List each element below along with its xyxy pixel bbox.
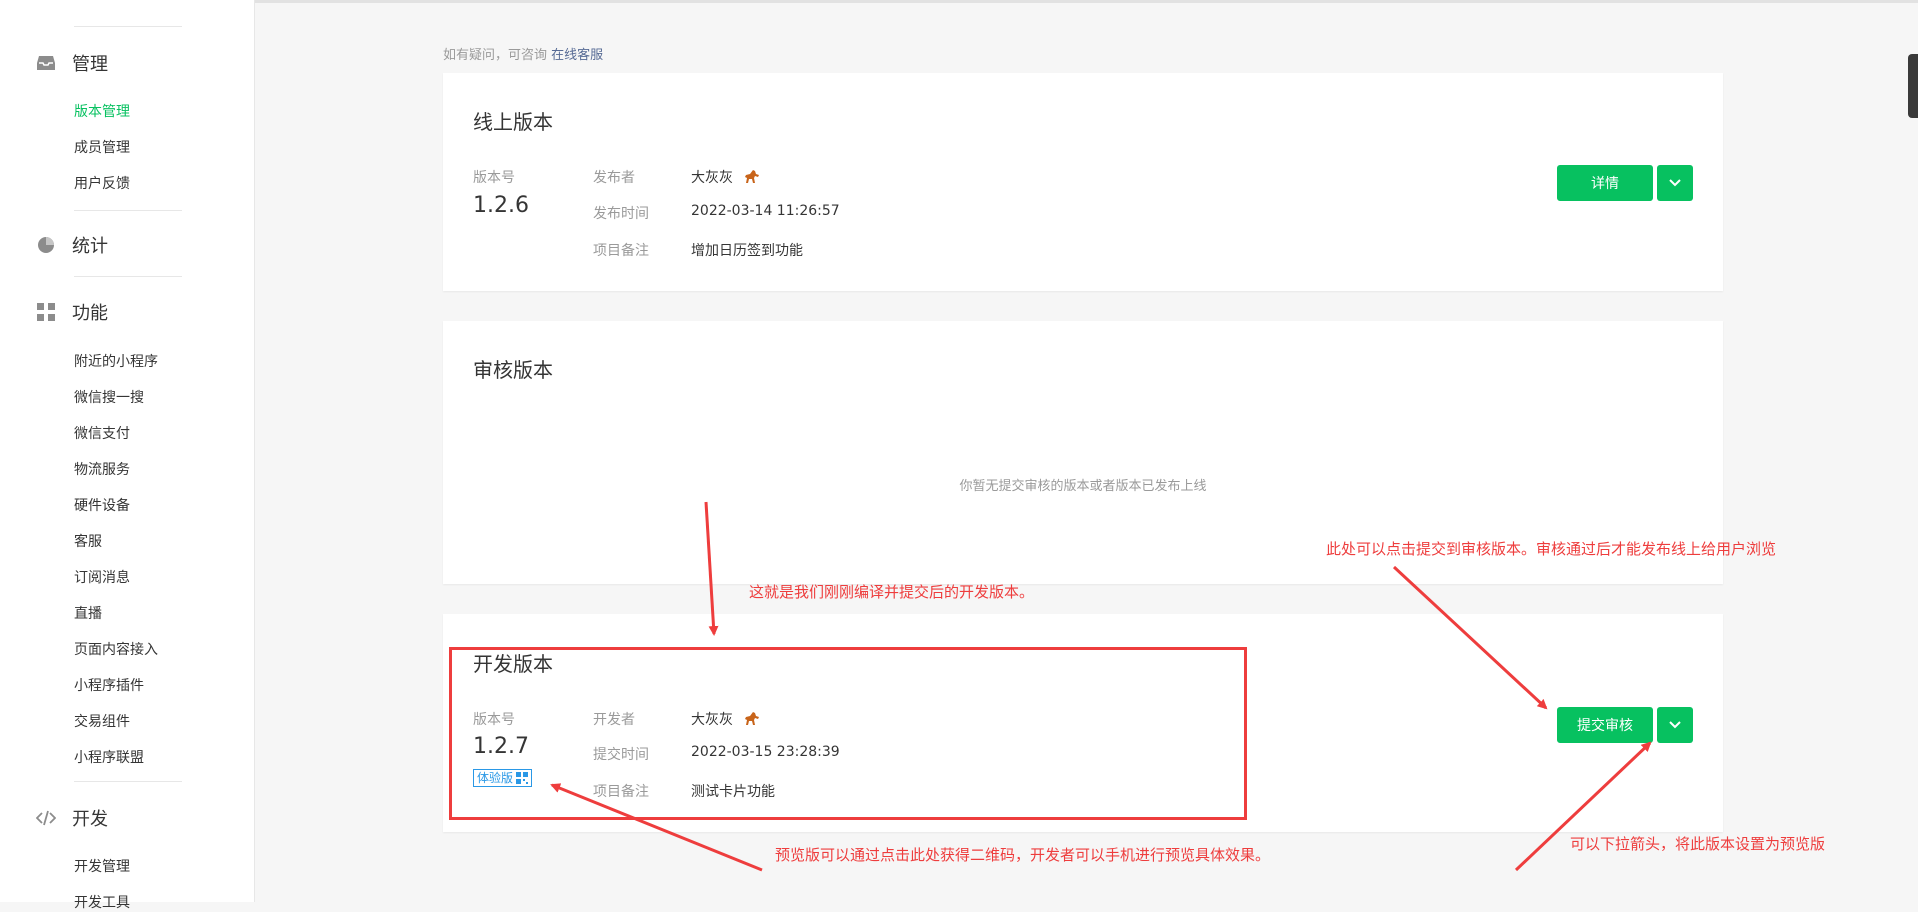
publish-time-label: 发布时间 xyxy=(593,206,649,222)
sidebar-divider xyxy=(74,210,182,211)
details-button[interactable]: 详情 xyxy=(1557,165,1653,201)
sidebar-item-version-manage[interactable]: 版本管理 xyxy=(74,101,130,121)
annotation-preview: 预览版可以通过点击此处获得二维码，开发者可以手机进行预览具体效果。 xyxy=(775,846,1271,864)
sidebar-item-trade[interactable]: 交易组件 xyxy=(74,711,130,731)
sidebar-item-subscribe[interactable]: 订阅消息 xyxy=(74,567,130,587)
online-service-link[interactable]: 在线客服 xyxy=(551,48,603,63)
sidebar-section-dev[interactable]: 开发 xyxy=(36,805,108,831)
sidebar-divider xyxy=(74,26,182,27)
sidebar-item-hardware[interactable]: 硬件设备 xyxy=(74,495,130,515)
sidebar-item-pay[interactable]: 微信支付 xyxy=(74,423,130,443)
dev-dropdown-button[interactable] xyxy=(1657,707,1693,743)
chevron-down-icon xyxy=(1669,179,1681,187)
sidebar-section-manage[interactable]: 管理 xyxy=(36,50,108,76)
sidebar-section-label: 管理 xyxy=(72,54,108,75)
sidebar-item-alliance[interactable]: 小程序联盟 xyxy=(74,747,144,767)
version-number-label: 版本号 xyxy=(473,170,515,186)
help-hint: 如有疑问，可咨询 在线客服 xyxy=(443,44,603,63)
publisher-value: 大灰灰 xyxy=(691,167,761,189)
sidebar-item-nearby[interactable]: 附近的小程序 xyxy=(74,351,158,371)
sidebar-section-features[interactable]: 功能 xyxy=(36,299,108,325)
sidebar-section-stats[interactable]: 统计 xyxy=(36,232,108,258)
dev-version-highlight-box xyxy=(449,647,1247,820)
grid-icon xyxy=(36,302,56,322)
publish-time-value: 2022-03-14 11:26:57 xyxy=(691,203,840,219)
review-empty-text: 你暂无提交审核的版本或者版本已发布上线 xyxy=(959,479,1207,494)
help-hint-text: 如有疑问，可咨询 xyxy=(443,48,548,63)
online-version-title: 线上版本 xyxy=(473,110,553,134)
sidebar-divider xyxy=(74,276,182,277)
code-icon xyxy=(36,808,56,828)
chevron-down-icon xyxy=(1669,721,1681,729)
submit-review-button[interactable]: 提交审核 xyxy=(1557,707,1653,743)
annotation-dev-version: 这就是我们刚刚编译并提交后的开发版本。 xyxy=(749,583,1035,601)
inbox-icon xyxy=(36,53,56,73)
online-version-card: 线上版本 版本号 1.2.6 发布者 大灰灰 发布时间 2022-03-14 1… xyxy=(443,73,1723,291)
sidebar-item-content[interactable]: 页面内容接入 xyxy=(74,639,158,659)
sidebar-divider xyxy=(74,781,182,782)
sidebar-item-user-feedback[interactable]: 用户反馈 xyxy=(74,173,130,193)
sidebar-section-label: 统计 xyxy=(72,236,108,257)
remark-value: 增加日历签到功能 xyxy=(691,243,803,259)
horse-emoji-icon xyxy=(743,169,761,189)
sidebar-item-dev-manage[interactable]: 开发管理 xyxy=(74,856,130,876)
remark-label: 项目备注 xyxy=(593,243,649,259)
sidebar-item-customer-service[interactable]: 客服 xyxy=(74,531,102,551)
online-version-number: 1.2.6 xyxy=(473,193,529,218)
scrollbar-thumb[interactable] xyxy=(1908,54,1918,118)
sidebar-section-label: 开发 xyxy=(72,809,108,830)
sidebar-section-label: 功能 xyxy=(72,303,108,324)
annotation-submit: 此处可以点击提交到审核版本。审核通过后才能发布线上给用户浏览 xyxy=(1326,540,1777,558)
publisher-label: 发布者 xyxy=(593,170,635,186)
publisher-name: 大灰灰 xyxy=(691,170,733,186)
annotation-dropdown: 可以下拉箭头，将此版本设置为预览版 xyxy=(1570,835,1826,853)
sidebar-item-search[interactable]: 微信搜一搜 xyxy=(74,387,144,407)
sidebar-item-logistics[interactable]: 物流服务 xyxy=(74,459,130,479)
top-border xyxy=(0,0,1918,3)
online-dropdown-button[interactable] xyxy=(1657,165,1693,201)
sidebar-item-member-manage[interactable]: 成员管理 xyxy=(74,137,130,157)
review-version-title: 审核版本 xyxy=(473,358,553,382)
sidebar-item-dev-tools[interactable]: 开发工具 xyxy=(74,892,130,912)
sidebar-item-plugin[interactable]: 小程序插件 xyxy=(74,675,144,695)
sidebar: 管理 版本管理 成员管理 用户反馈 统计 功能 附近的小程序 微信搜一搜 微信支… xyxy=(0,0,255,911)
pie-chart-icon xyxy=(36,235,56,255)
sidebar-item-live[interactable]: 直播 xyxy=(74,603,102,623)
